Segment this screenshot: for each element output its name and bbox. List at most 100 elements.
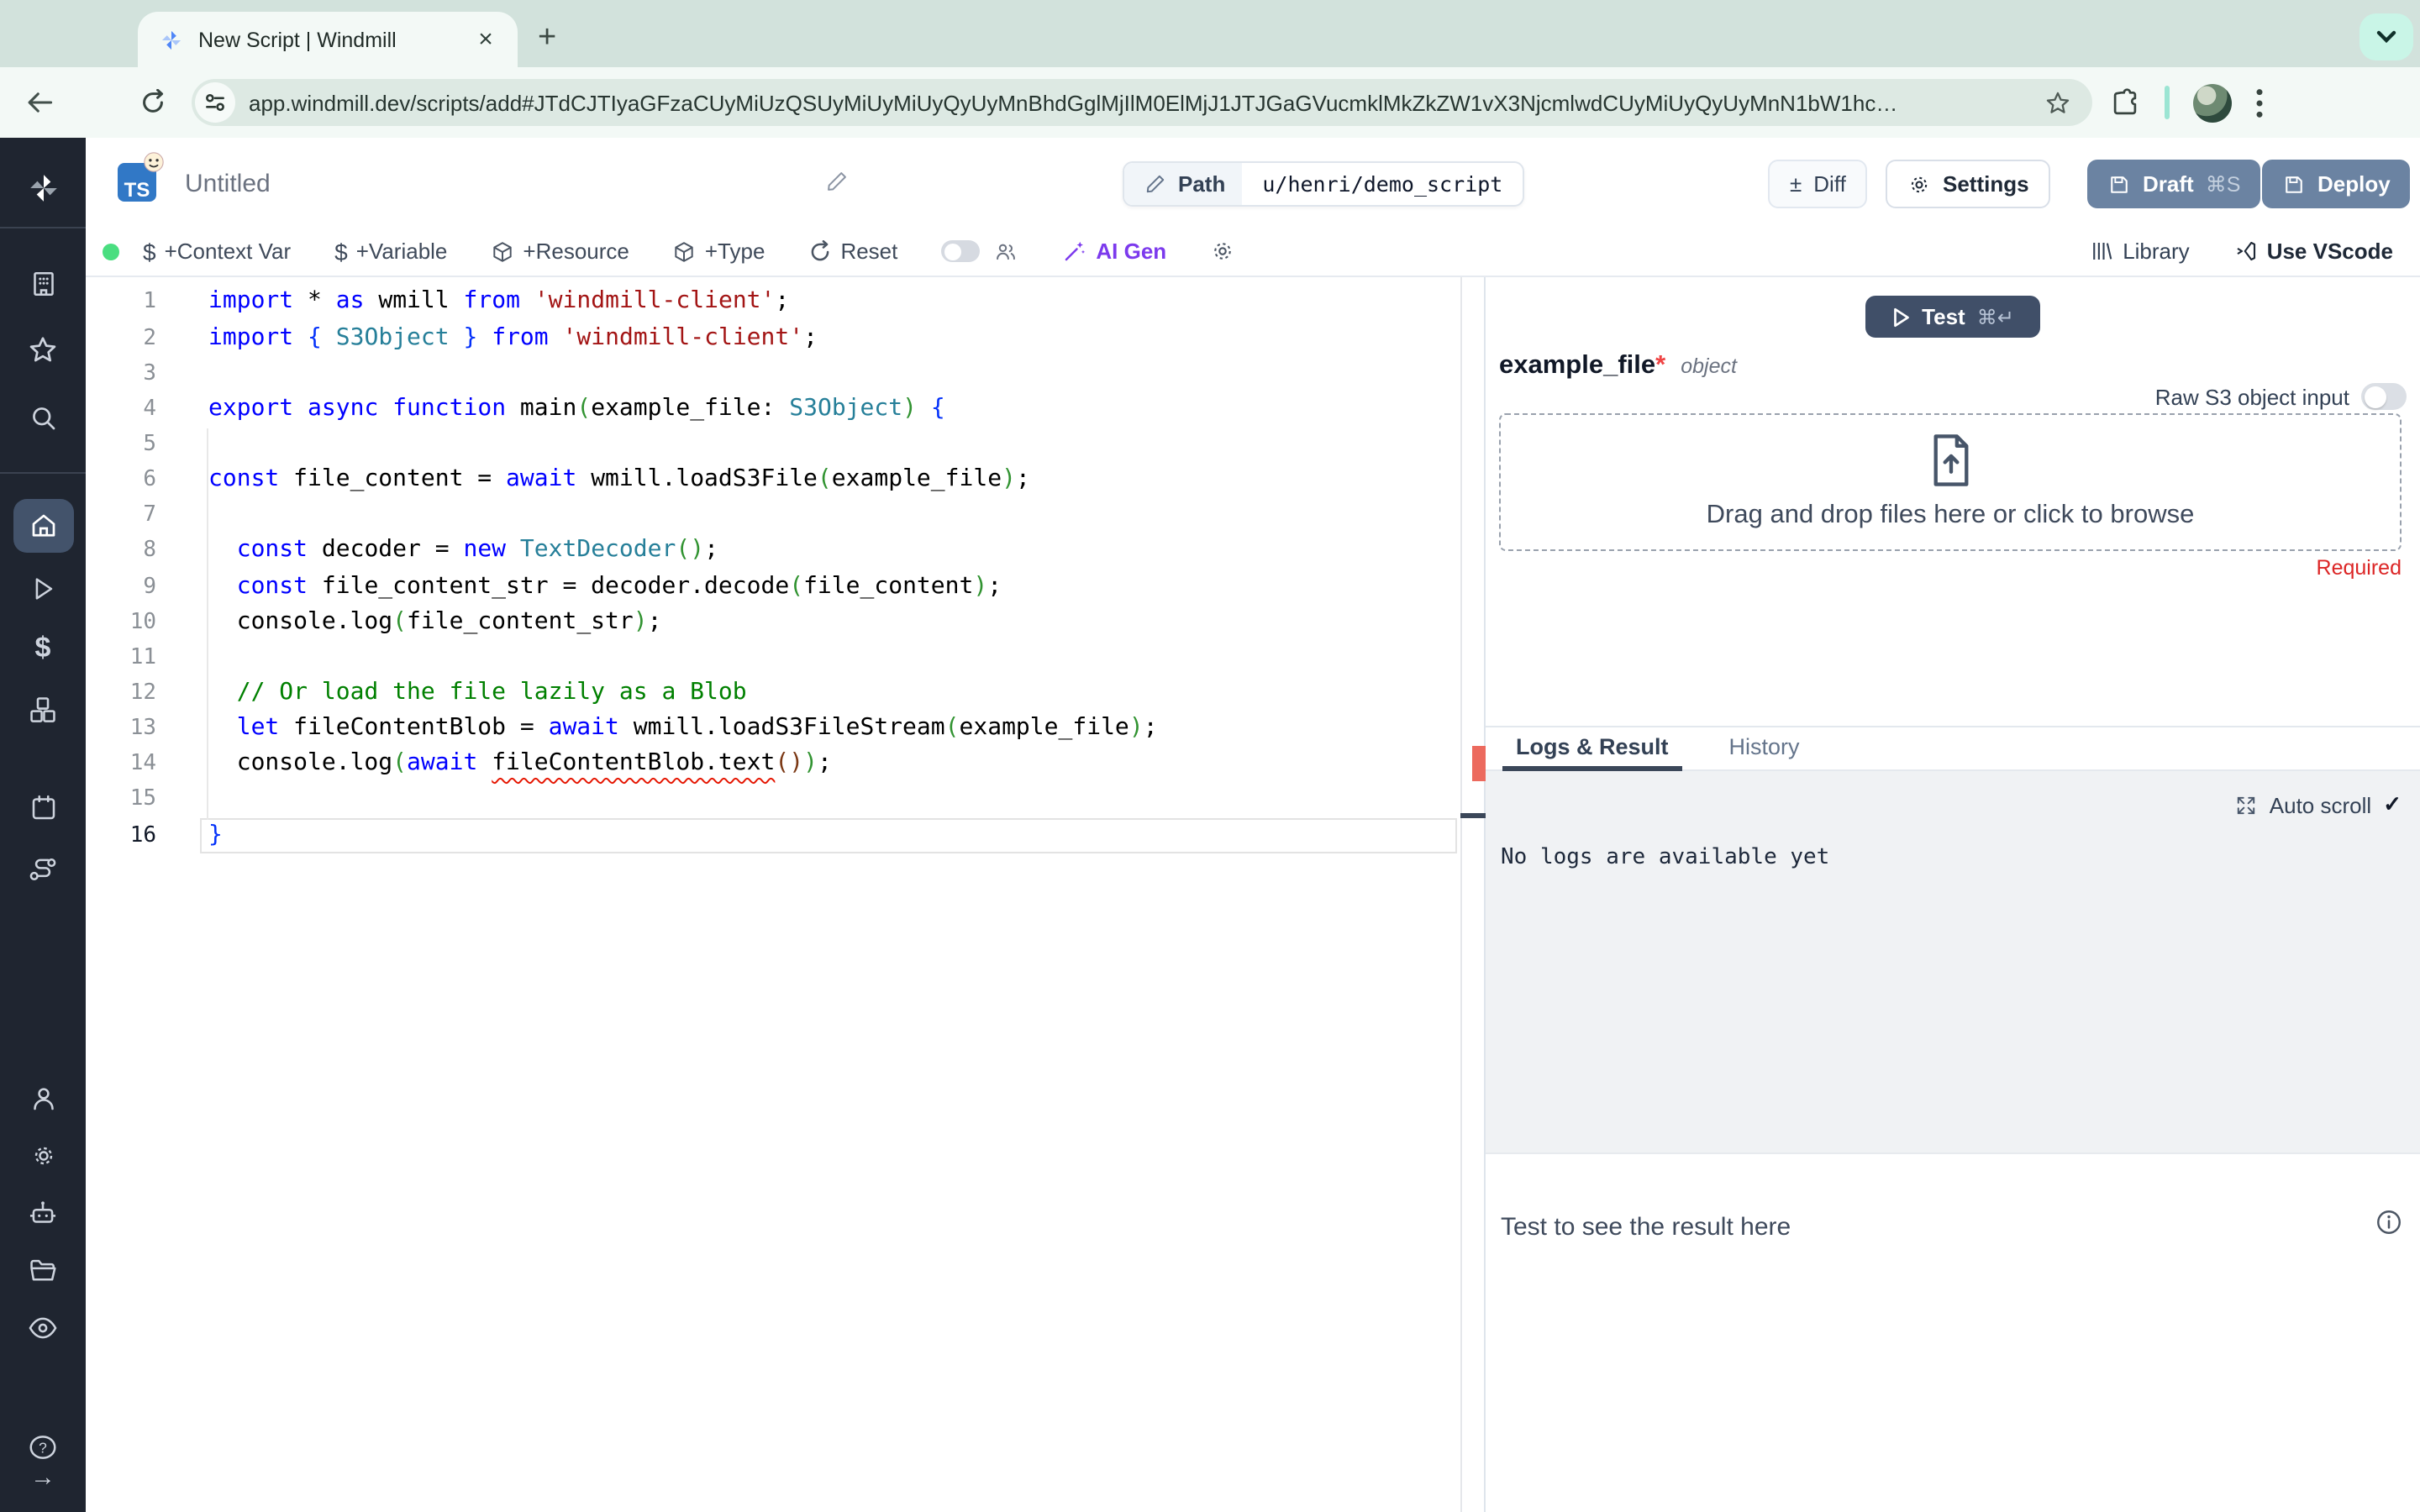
url-bar[interactable]: app.windmill.dev/scripts/add#JTdCJTIyaGF… [192, 79, 2092, 126]
refresh-icon [812, 239, 829, 260]
sidebar-item-runs[interactable] [26, 571, 60, 605]
sidebar-item-worker-groups[interactable] [26, 852, 60, 885]
add-type-button[interactable]: +Type [673, 239, 765, 264]
editor-code[interactable]: import * as wmill from 'windmill-client'… [208, 285, 1158, 853]
new-tab-button[interactable]: + [538, 20, 556, 57]
script-header: TS Untitled Path u/henri/demo_script ± D… [86, 138, 2420, 227]
draft-button[interactable]: Draft ⌘S [2087, 160, 2261, 208]
auto-scroll-control[interactable]: Auto scroll ✓ [2236, 791, 2402, 818]
sidebar-item-workers[interactable] [26, 1196, 60, 1230]
extensions-puzzle-icon[interactable] [2109, 87, 2141, 118]
library-icon [2093, 243, 2112, 260]
person-icon [33, 1088, 53, 1110]
browser-menu-kebab-icon[interactable] [2255, 87, 2264, 118]
sidebar-item-audit-logs[interactable] [26, 1310, 60, 1344]
edit-title-pencil-icon[interactable] [825, 170, 849, 193]
robot-icon [29, 1200, 56, 1222]
sidebar-item-users[interactable] [26, 1082, 60, 1116]
browser-tab-strip: New Script | Windmill × + [0, 0, 2420, 67]
preview-panel: Test ⌘↵ example_file* object Raw S3 obje… [1486, 277, 2420, 1512]
site-settings-icon[interactable] [195, 82, 235, 123]
windmill-logo-icon[interactable] [26, 171, 60, 205]
multiplayer-toggle[interactable] [941, 239, 1018, 263]
help-icon: ? [29, 1435, 56, 1458]
file-dropzone[interactable]: Drag and drop files here or click to bro… [1499, 413, 2402, 551]
package-icon [493, 241, 513, 261]
sidebar-item-workspace[interactable] [26, 267, 60, 301]
back-button[interactable] [10, 91, 67, 114]
forward-button[interactable] [67, 91, 124, 114]
add-variable-button[interactable]: $ +Variable [334, 238, 447, 265]
toggle-knob [944, 243, 961, 260]
result-placeholder: Test to see the result here [1501, 1213, 1791, 1242]
raw-s3-row: Raw S3 object input [1486, 383, 2407, 410]
url-text[interactable]: app.windmill.dev/scripts/add#JTdCJTIyaGF… [249, 90, 2044, 115]
editor-panel-splitter[interactable] [1460, 277, 1486, 1512]
sidebar-item-help[interactable]: ? [26, 1430, 60, 1463]
logs-body: Auto scroll ✓ No logs are available yet [1486, 771, 2420, 1154]
sidebar-item-settings[interactable] [26, 1139, 60, 1173]
profile-avatar[interactable] [2193, 83, 2232, 122]
vscode-icon [2237, 241, 2255, 261]
library-button[interactable]: Library [2089, 239, 2190, 264]
tab-history[interactable]: History [1723, 734, 1807, 769]
app-sidebar: $ ? → [0, 138, 86, 1512]
diff-button[interactable]: ± Diff [1768, 160, 1868, 208]
test-button[interactable]: Test ⌘↵ [1865, 296, 2040, 338]
sidebar-item-variables[interactable]: $ [26, 632, 60, 665]
settings-button[interactable]: Settings [1886, 160, 2051, 208]
expand-icon [2238, 795, 2255, 814]
sidebar-item-folders[interactable] [26, 1253, 60, 1287]
required-star: * [1655, 351, 1666, 380]
tab-logs-result[interactable]: Logs & Result [1502, 734, 1682, 771]
reload-button[interactable] [124, 89, 182, 116]
edit-path-pencil-icon [1146, 175, 1165, 193]
people-icon [997, 243, 1016, 260]
code-editor[interactable]: 1 2 3 4 5 6 7 8 9 10 11 12 13 14 15 16 import * as wmil… [86, 277, 1460, 1512]
sidebar-item-resources[interactable] [26, 692, 60, 726]
sidebar-item-favorites[interactable] [26, 333, 60, 366]
path-value[interactable]: u/henri/demo_script [1242, 163, 1523, 205]
raw-s3-toggle[interactable] [2361, 383, 2407, 410]
result-section: Test to see the result here [1486, 1152, 2420, 1512]
toggle-knob [2364, 386, 2386, 407]
package-icon [676, 241, 694, 261]
add-context-var-button[interactable]: $ +Context Var [143, 238, 291, 265]
sidebar-expand-button[interactable]: → [26, 1460, 60, 1494]
save-icon [2111, 176, 2128, 192]
check-icon: ✓ [2383, 791, 2402, 816]
tab-search-button[interactable] [2360, 13, 2413, 60]
language-emoji-icon [143, 151, 165, 173]
tab-close-icon[interactable]: × [471, 25, 501, 54]
use-vscode-button[interactable]: Use VScode [2233, 239, 2393, 264]
ai-gen-button[interactable]: AI Gen [1062, 239, 1166, 264]
argument-name: example_file* [1499, 351, 1666, 380]
browser-tab[interactable]: New Script | Windmill × [138, 12, 518, 67]
bookmark-star-icon[interactable] [2044, 88, 2072, 117]
deploy-button[interactable]: Deploy [2262, 160, 2411, 208]
sidebar-item-search[interactable] [26, 402, 60, 435]
editor-settings-button[interactable] [1210, 239, 1235, 264]
file-upload-icon [1933, 434, 1968, 486]
route-icon [29, 858, 56, 879]
test-shortcut: ⌘↵ [1976, 305, 2014, 328]
toggle-track[interactable] [941, 240, 981, 262]
cubes-icon [30, 696, 55, 722]
folder-icon [30, 1258, 56, 1280]
home-icon [31, 514, 55, 537]
argument-type: object [1681, 354, 1737, 378]
info-icon[interactable] [2375, 1208, 2403, 1236]
sidebar-item-schedules[interactable] [26, 791, 60, 825]
dollar-icon: $ [334, 238, 348, 265]
dollar-icon: $ [34, 632, 51, 664]
screen: New Script | Windmill × + app.windmill.d… [0, 0, 2420, 1512]
browser-toolbar: app.windmill.dev/scripts/add#JTdCJTIyaGF… [0, 67, 2420, 138]
add-resource-button[interactable]: +Resource [491, 239, 629, 264]
reset-button[interactable]: Reset [808, 239, 897, 264]
script-title-input[interactable]: Untitled [185, 170, 271, 198]
search-icon [32, 407, 55, 430]
chevron-down-icon [2376, 30, 2396, 44]
sidebar-item-home[interactable] [26, 509, 60, 543]
splitter-handle[interactable] [1460, 812, 1486, 818]
path-chip[interactable]: Path u/henri/demo_script [1123, 161, 1525, 207]
